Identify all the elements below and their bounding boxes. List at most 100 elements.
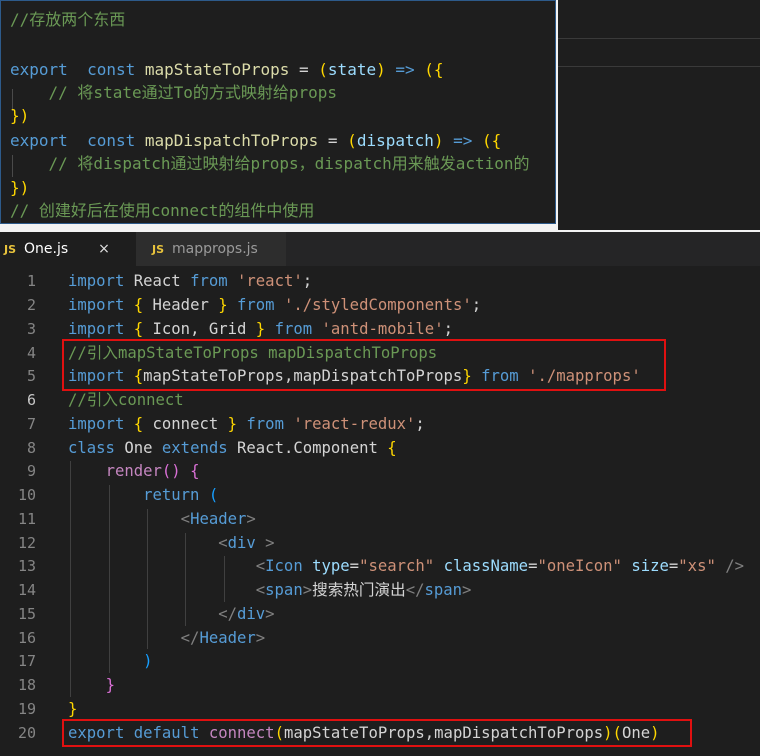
tab-mapprops-js[interactable]: JS mapprops.js	[136, 232, 286, 266]
bracket: {	[133, 296, 144, 314]
snippet-line-1: //存放两个东西	[10, 9, 125, 31]
tab-label: mapprops.js	[172, 241, 258, 257]
string: './styledComponents'	[283, 296, 472, 314]
close-icon[interactable]: ×	[98, 241, 110, 257]
line-number: 2	[26, 296, 36, 314]
line-number: 5	[26, 367, 36, 385]
jsx-tag: Icon	[265, 557, 303, 575]
keyword: export	[10, 60, 68, 79]
keyword: export	[10, 131, 68, 150]
parameter: dispatch	[356, 131, 434, 150]
code-line-17: )	[68, 649, 152, 673]
jsx-attribute: type	[312, 557, 350, 575]
code-line-15: </div>	[68, 602, 274, 626]
code-editor: JS One.js × JS mapprops.js 1 2 3 4 5 6 7…	[0, 232, 760, 756]
string: "oneIcon"	[537, 557, 622, 575]
keyword: from	[237, 296, 275, 314]
line-number: 10	[17, 486, 36, 504]
class-name: Component	[293, 439, 378, 457]
background-editor-window	[558, 0, 760, 230]
tag-bracket: >	[462, 581, 472, 599]
snippet-line-2: export const mapStateToProps = (state) =…	[10, 59, 444, 81]
line-number: 19	[17, 700, 36, 718]
code-line-1: import React from 'react';	[68, 269, 312, 293]
jsx-tag: span	[424, 581, 463, 599]
code-line-18: }	[68, 673, 115, 697]
line-number: 13	[17, 557, 36, 575]
tab-one-js[interactable]: JS One.js ×	[0, 232, 136, 266]
bracket: (	[347, 131, 357, 150]
keyword: from	[190, 272, 228, 290]
keyword: import	[68, 415, 125, 433]
keyword: import	[68, 272, 125, 290]
code-line-8: class One extends React.Component {	[68, 436, 397, 460]
punctuation: ;	[443, 320, 453, 338]
keyword: import	[68, 296, 125, 314]
bracket: {	[387, 439, 397, 457]
tag-bracket: />	[725, 557, 745, 575]
bracket: }	[218, 296, 228, 314]
tag-bracket: <	[255, 557, 266, 575]
js-file-icon: JS	[4, 242, 17, 256]
operator: =	[668, 557, 679, 575]
line-number: 6	[26, 391, 36, 409]
keyword: import	[68, 320, 125, 338]
bracket: {	[133, 415, 144, 433]
class-name: React	[237, 439, 284, 457]
jsx-tag: Header	[190, 510, 247, 528]
tab-label: One.js	[24, 241, 69, 257]
bracket: {	[133, 320, 144, 338]
line-number: 20	[17, 724, 36, 742]
identifier: Icon, Grid	[143, 320, 256, 338]
bracket: )	[376, 60, 386, 79]
code-line-11: <Header>	[68, 507, 256, 531]
code-snippet-panel: //存放两个东西 export const mapStateToProps = …	[0, 0, 556, 224]
comment: // 将state通过To的方式映射给props	[48, 83, 338, 102]
tag-bracket: >	[265, 534, 275, 552]
tag-bracket: </	[405, 581, 425, 599]
keyword: const	[87, 131, 136, 150]
bracket: })	[10, 106, 30, 125]
tab-bar: JS One.js × JS mapprops.js	[0, 232, 760, 266]
identifier: React	[124, 272, 191, 290]
line-number: 11	[17, 510, 36, 528]
bracket: )	[433, 131, 444, 150]
snippet-line-8: // 创建好后在使用connect的组件中使用	[10, 200, 314, 222]
punctuation: ;	[415, 415, 425, 433]
highlight-box-imports	[62, 339, 666, 391]
line-number: 16	[17, 629, 36, 647]
line-number: 17	[17, 652, 36, 670]
punctuation: ;	[302, 272, 313, 290]
code-line-6: //引入connect	[68, 388, 184, 412]
line-number: 9	[26, 462, 36, 480]
tag-bracket: >	[255, 629, 266, 647]
bracket: {	[190, 462, 200, 480]
code-line-9: render() {	[68, 459, 200, 483]
bracket: }	[227, 415, 238, 433]
tag-bracket: >	[302, 581, 313, 599]
code-line-7: import { connect } from 'react-redux';	[68, 412, 425, 436]
bracket: }	[105, 676, 115, 694]
string: 'react'	[237, 272, 303, 290]
jsx-attribute: className	[443, 557, 529, 575]
keyword: from	[246, 415, 284, 433]
punctuation: .	[283, 439, 294, 457]
line-number: 8	[26, 439, 36, 457]
keyword: class	[68, 439, 115, 457]
keyword: const	[87, 60, 136, 79]
parameter: state	[327, 60, 377, 79]
snippet-line-4: })	[10, 105, 29, 127]
